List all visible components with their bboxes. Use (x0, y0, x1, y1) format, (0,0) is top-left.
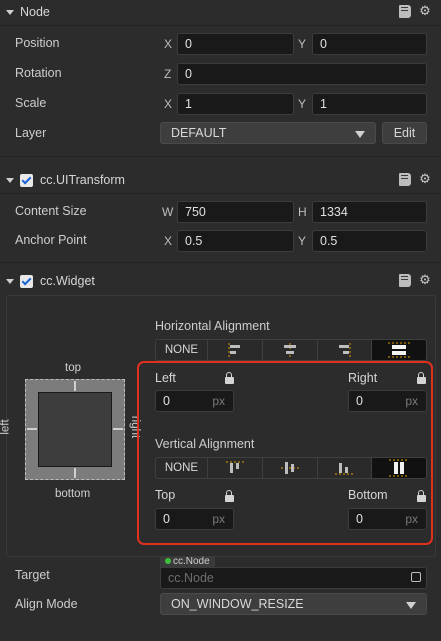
widget-section-title: cc.Widget (40, 274, 95, 288)
horizontal-alignment-title: Horizontal Alignment (155, 319, 270, 333)
target-label: Target (15, 568, 50, 582)
align-left-icon (228, 343, 240, 357)
position-x-axis: X (164, 37, 173, 51)
align-right-icon (339, 343, 351, 357)
gear-icon[interactable]: ⚙ (419, 4, 431, 17)
scale-y-field[interactable]: 1 (312, 93, 427, 115)
divider (0, 25, 441, 26)
position-y-field[interactable]: 0 (312, 33, 427, 55)
position-label: Position (15, 36, 60, 50)
uitransform-section-title: cc.UITransform (40, 173, 125, 187)
widget-section-header[interactable]: cc.Widget ⚙ (0, 269, 441, 293)
divider (0, 262, 441, 263)
rotation-z-axis: Z (164, 67, 172, 81)
preview-top-label: top (65, 362, 81, 374)
preview-bottom-margin-icon (74, 468, 76, 478)
anchor-x-field[interactable]: 0.5 (177, 230, 294, 252)
horizontal-alignment-bar: NONE (155, 339, 427, 361)
position-x-field[interactable]: 0 (177, 33, 294, 55)
preview-left-label: left (0, 419, 12, 435)
preview-top-margin-icon (74, 381, 76, 391)
target-type-tag-label: cc.Node (173, 556, 210, 567)
h-align-stretch-button[interactable] (372, 340, 426, 360)
h-align-center-button[interactable] (263, 340, 318, 360)
node-section-title: Node (20, 5, 50, 19)
scale-x-field[interactable]: 1 (177, 93, 294, 115)
uitransform-section-header[interactable]: cc.UITransform ⚙ (0, 168, 441, 192)
layer-select[interactable]: DEFAULT (160, 122, 376, 144)
node-section-header[interactable]: Node ⚙ (0, 0, 441, 24)
content-size-label: Content Size (15, 204, 87, 218)
content-size-w-axis: W (162, 205, 174, 219)
scale-label: Scale (15, 96, 47, 110)
preview-left-margin-icon (27, 428, 37, 430)
gear-icon[interactable]: ⚙ (419, 172, 431, 185)
collapse-arrow-icon[interactable] (6, 9, 14, 15)
node-type-icon (165, 558, 171, 564)
h-align-none-button[interactable]: NONE (156, 340, 208, 360)
align-stretch-horizontal-icon (388, 342, 411, 358)
collapse-arrow-icon[interactable] (6, 278, 14, 284)
content-size-w-field[interactable]: 750 (177, 201, 294, 223)
book-icon[interactable] (399, 5, 411, 18)
checkbox-icon[interactable] (20, 274, 33, 288)
layer-select-value: DEFAULT (171, 126, 227, 140)
scale-y-axis: Y (298, 97, 307, 111)
content-size-h-axis: H (298, 205, 307, 219)
rotation-label: Rotation (15, 66, 62, 80)
content-size-h-field[interactable]: 1334 (312, 201, 427, 223)
divider (0, 156, 441, 157)
anchor-y-axis: Y (298, 234, 307, 248)
collapse-arrow-icon[interactable] (6, 177, 14, 183)
book-icon[interactable] (399, 274, 411, 287)
chevron-down-icon (406, 602, 416, 609)
layer-edit-button[interactable]: Edit (382, 122, 427, 144)
align-mode-value: ON_WINDOW_RESIZE (171, 597, 304, 611)
position-y-axis: Y (298, 37, 307, 51)
gear-icon[interactable]: ⚙ (419, 273, 431, 286)
alignment-preview-inner (38, 392, 112, 467)
scale-x-axis: X (164, 97, 173, 111)
h-align-left-button[interactable] (208, 340, 263, 360)
chevron-down-icon (355, 131, 365, 138)
align-mode-select[interactable]: ON_WINDOW_RESIZE (160, 593, 427, 615)
checkbox-icon[interactable] (20, 173, 33, 187)
target-field[interactable]: cc.Node (160, 567, 427, 589)
layer-label: Layer (15, 126, 47, 140)
target-placeholder: cc.Node (168, 571, 214, 585)
h-align-right-button[interactable] (318, 340, 373, 360)
target-picker-icon[interactable] (411, 572, 421, 582)
book-icon[interactable] (399, 173, 411, 186)
anchor-point-label: Anchor Point (15, 233, 87, 247)
align-center-icon (283, 343, 296, 357)
align-mode-label: Align Mode (15, 597, 78, 611)
anchor-x-axis: X (164, 234, 173, 248)
preview-bottom-label: bottom (55, 488, 91, 500)
rotation-z-field[interactable]: 0 (177, 63, 427, 85)
divider (0, 193, 441, 194)
preview-right-margin-icon (113, 428, 123, 430)
anchor-y-field[interactable]: 0.5 (312, 230, 427, 252)
highlight-annotation-box (137, 361, 433, 545)
